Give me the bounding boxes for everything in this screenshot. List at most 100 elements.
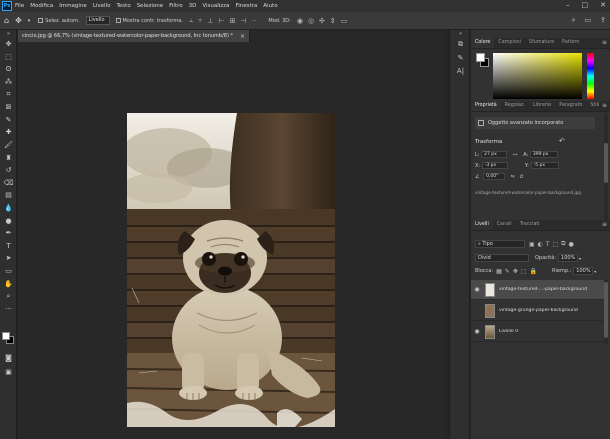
tab-campioni[interactable]: Campioni [494, 38, 525, 48]
link-dimensions-icon[interactable]: ⊶ [513, 152, 518, 158]
foreground-color-chip[interactable] [476, 53, 485, 62]
tab-paragrafo[interactable]: Paragrafo [555, 101, 586, 111]
align-bottom-icon[interactable]: ⊥ [207, 17, 213, 25]
align-top-icon[interactable]: ⫠ [189, 16, 193, 25]
search-icon[interactable]: ⌕ [572, 16, 576, 25]
screen-mode-icon[interactable]: ▣ [0, 366, 17, 379]
layer-name[interactable]: Livello 0 [499, 329, 518, 334]
blur-tool-icon[interactable]: 💧 [0, 202, 17, 215]
filter-toggle-icon[interactable]: ● [569, 241, 574, 248]
properties-scrollbar-thumb[interactable] [604, 143, 608, 183]
frame-tool-icon[interactable]: ⊠ [0, 101, 17, 114]
align-center-icon[interactable]: ⊞ [230, 17, 236, 25]
video-camera-icon[interactable]: ▭ [341, 17, 348, 25]
menu-aiuto[interactable]: Aiuto [263, 3, 277, 9]
path-selection-tool-icon[interactable]: ➤ [0, 252, 17, 265]
x-field[interactable]: -3 px [481, 162, 508, 169]
share-icon[interactable]: ⇪ [600, 16, 606, 25]
slide-3d-icon[interactable]: ⇕ [330, 17, 336, 25]
tab-colore[interactable]: Colore [471, 38, 495, 48]
properties-scrollbar[interactable] [604, 113, 608, 221]
tab-livelli[interactable]: Livelli [471, 220, 493, 230]
collapse-panels-icon[interactable]: « [450, 30, 471, 38]
tab-regolazioni[interactable]: Regolaz. [501, 101, 529, 111]
tab-pattern[interactable]: Pattern [558, 38, 583, 48]
reset-transform-icon[interactable]: ↶ [559, 137, 565, 145]
lock-all-icon[interactable]: 🔒 [530, 268, 537, 275]
menu-visualizza[interactable]: Visualizza [202, 3, 229, 9]
close-window-button[interactable]: ✕ [600, 1, 606, 9]
roll-3d-icon[interactable]: ◎ [308, 17, 314, 25]
align-left-icon[interactable]: ⊢ [219, 17, 225, 25]
blend-mode-select[interactable]: Divid [475, 254, 529, 262]
menu-file[interactable]: File [15, 3, 24, 9]
color-spectrum-field[interactable] [493, 53, 582, 99]
minimize-button[interactable]: – [566, 1, 570, 9]
zoom-tool-icon[interactable]: ⌕ [0, 290, 17, 303]
move-tool-icon[interactable]: ✥ [15, 16, 22, 25]
collapse-tools-icon[interactable]: » [0, 30, 17, 38]
panel-menu-icon[interactable]: ≡ [602, 221, 607, 228]
filter-adjustment-icon[interactable]: ◐ [538, 241, 543, 248]
dodge-tool-icon[interactable]: ● [0, 214, 17, 227]
document-tab[interactable]: cincio.jpg @ 66,7% (vintage-textured-wat… [18, 30, 250, 42]
fill-field[interactable]: 100% [573, 267, 594, 275]
panel-menu-icon[interactable]: ≡ [602, 39, 607, 46]
history-brush-tool-icon[interactable]: ↺ [0, 164, 17, 177]
hue-slider[interactable] [587, 53, 594, 99]
layer-name[interactable]: vintage-textured-...-paper-background [499, 287, 587, 292]
pen-tool-icon[interactable]: ✒ [0, 227, 17, 240]
layer-row[interactable]: ◉ vintage-textured-...-paper-background [471, 280, 604, 300]
rectangle-tool-icon[interactable]: ▭ [0, 265, 17, 278]
eye-icon[interactable]: ◉ [471, 286, 483, 293]
document-canvas-image[interactable] [127, 113, 335, 427]
chevron-down-icon[interactable]: ▾ [28, 18, 31, 24]
character-panel-icon[interactable]: A| [450, 64, 471, 77]
filter-shape-icon[interactable]: ⬚ [553, 241, 559, 248]
close-document-icon[interactable]: × [240, 33, 245, 40]
brush-tool-icon[interactable]: 🖌 [0, 139, 17, 152]
auto-select-checkbox[interactable] [38, 18, 44, 23]
layer-filter-select[interactable]: ⌕ Tipo [475, 240, 525, 248]
lasso-tool-icon[interactable]: ʘ [0, 63, 17, 76]
more-options-button[interactable]: ··· [252, 18, 257, 24]
menu-livello[interactable]: Livello [93, 3, 111, 9]
healing-brush-tool-icon[interactable]: ✚ [0, 126, 17, 139]
filter-type-icon[interactable]: T [546, 241, 550, 248]
more-tools-icon[interactable]: ··· [0, 302, 17, 315]
eraser-tool-icon[interactable]: ⌫ [0, 177, 17, 190]
menu-finestra[interactable]: Finestra [235, 3, 257, 9]
hand-tool-icon[interactable]: ✋ [0, 277, 17, 290]
layer-row[interactable]: vintage-grunge-paper-background [471, 301, 604, 321]
tab-stili[interactable]: Stili [586, 101, 603, 111]
lock-transparent-icon[interactable]: ▦ [496, 268, 502, 275]
transform-controls-checkbox[interactable] [115, 18, 121, 23]
pan-3d-icon[interactable]: ✣ [319, 17, 325, 25]
clone-stamp-tool-icon[interactable]: ♜ [0, 151, 17, 164]
layer-name[interactable]: vintage-grunge-paper-background [499, 308, 578, 313]
tab-canali[interactable]: Canali [493, 220, 516, 230]
opacity-field[interactable]: 100% [558, 254, 579, 262]
lock-artboard-icon[interactable]: ⬚ [521, 268, 527, 275]
filter-pixel-icon[interactable]: ▣ [529, 241, 535, 248]
brush-settings-icon[interactable]: ✎ [450, 51, 471, 64]
lock-position-icon[interactable]: ✥ [513, 268, 518, 275]
width-field[interactable]: 27 px [481, 151, 508, 158]
flip-vertical-icon[interactable]: ⇵ [519, 174, 523, 180]
orbit-3d-icon[interactable]: ◉ [297, 17, 303, 25]
workspace-icon[interactable]: ▭ [585, 16, 592, 25]
tab-proprieta[interactable]: Proprietà [471, 101, 501, 111]
y-field[interactable]: -5 px [530, 162, 559, 169]
align-middle-icon[interactable]: ⫟ [198, 16, 202, 25]
layers-scrollbar-thumb[interactable] [604, 282, 608, 338]
menu-filtro[interactable]: Filtro [169, 3, 182, 9]
tab-librerie[interactable]: Librerie [529, 101, 555, 111]
home-icon[interactable]: ⌂ [4, 16, 9, 25]
tab-tracciati[interactable]: Tracciati [516, 220, 544, 230]
type-tool-icon[interactable]: T [0, 240, 17, 253]
auto-select-target-select[interactable]: Livello [85, 16, 110, 25]
move-tool-icon[interactable]: ✥ [0, 38, 17, 51]
menu-testo[interactable]: Testo [116, 3, 130, 9]
layers-scrollbar[interactable] [604, 280, 608, 344]
align-right-icon[interactable]: ⊣ [240, 17, 246, 25]
